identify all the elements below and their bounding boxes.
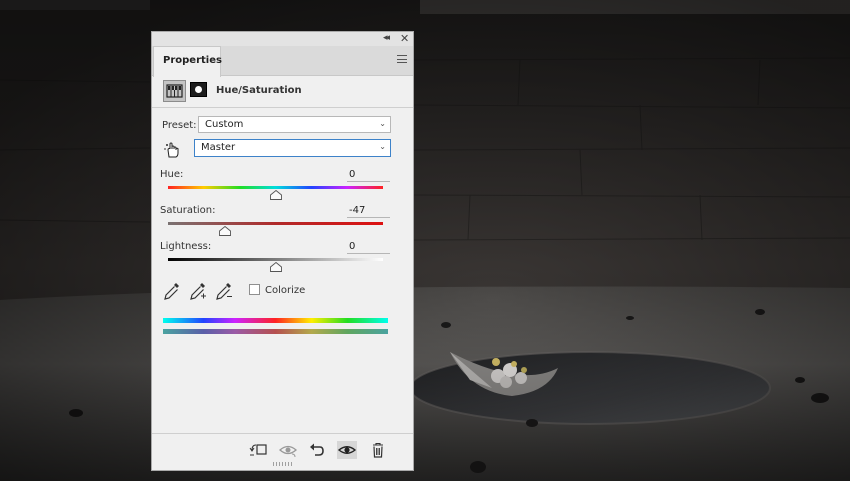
lightness-slider-track[interactable] [168, 258, 383, 261]
eyedropper-minus-icon[interactable] [215, 281, 233, 301]
hue-slider-track[interactable] [168, 186, 383, 189]
panel-menu-icon[interactable] [397, 55, 407, 63]
clip-to-layer-icon[interactable] [249, 441, 269, 459]
adjustment-title: Hue/Saturation [216, 85, 302, 96]
preset-select[interactable]: Custom ⌄ [198, 116, 391, 133]
output-color-range-bar [163, 329, 388, 334]
chevron-down-icon: ⌄ [379, 119, 386, 128]
eye-icon [337, 446, 357, 454]
reset-icon[interactable] [307, 441, 327, 459]
panel-title-strip[interactable] [152, 32, 413, 46]
tab-properties[interactable]: Properties [153, 46, 222, 77]
colorize-label[interactable]: Colorize [265, 285, 305, 296]
hue-value-field[interactable]: 0 [347, 169, 390, 182]
chevron-down-icon: ⌄ [379, 142, 386, 151]
input-color-range-bar [163, 318, 388, 323]
layer-mask-icon[interactable] [190, 82, 207, 97]
hue-slider-thumb[interactable] [269, 190, 282, 200]
header-divider [152, 107, 413, 108]
resize-grip[interactable] [273, 462, 293, 466]
trash-icon[interactable] [368, 441, 388, 459]
scene-image [0, 0, 850, 481]
toolbar-divider [152, 433, 413, 434]
adjustment-grid-icon [166, 84, 183, 98]
saturation-label: Saturation: [160, 205, 216, 216]
tab-row: Properties [152, 46, 413, 77]
lightness-label: Lightness: [160, 241, 212, 252]
double-chevron-left-icon[interactable]: ◂◂ [383, 33, 390, 43]
eyedropper-plus-icon[interactable] [189, 281, 207, 301]
saturation-value-field[interactable]: -47 [347, 205, 390, 218]
close-icon[interactable]: ✕ [400, 32, 409, 45]
hue-saturation-layer-icon[interactable] [163, 80, 186, 102]
saturation-slider-thumb[interactable] [219, 226, 231, 236]
properties-panel: ◂◂ ✕ Properties Hue/Saturation Preset: C… [151, 31, 414, 471]
preset-value: Custom [205, 119, 244, 130]
hue-label: Hue: [160, 169, 184, 180]
saturation-slider-track[interactable] [168, 222, 383, 225]
lightness-slider-thumb[interactable] [269, 262, 282, 272]
canvas-background [0, 0, 850, 481]
colorize-checkbox[interactable] [249, 284, 260, 295]
visibility-toggle[interactable] [337, 441, 357, 459]
eyedropper-icon[interactable] [163, 281, 181, 301]
channel-select[interactable]: Master ⌄ [194, 139, 391, 157]
preset-label: Preset: [162, 120, 197, 131]
hand-icon[interactable] [163, 140, 183, 160]
lightness-value-field[interactable]: 0 [347, 241, 390, 254]
channel-value: Master [201, 142, 236, 153]
view-previous-icon[interactable] [278, 441, 298, 459]
